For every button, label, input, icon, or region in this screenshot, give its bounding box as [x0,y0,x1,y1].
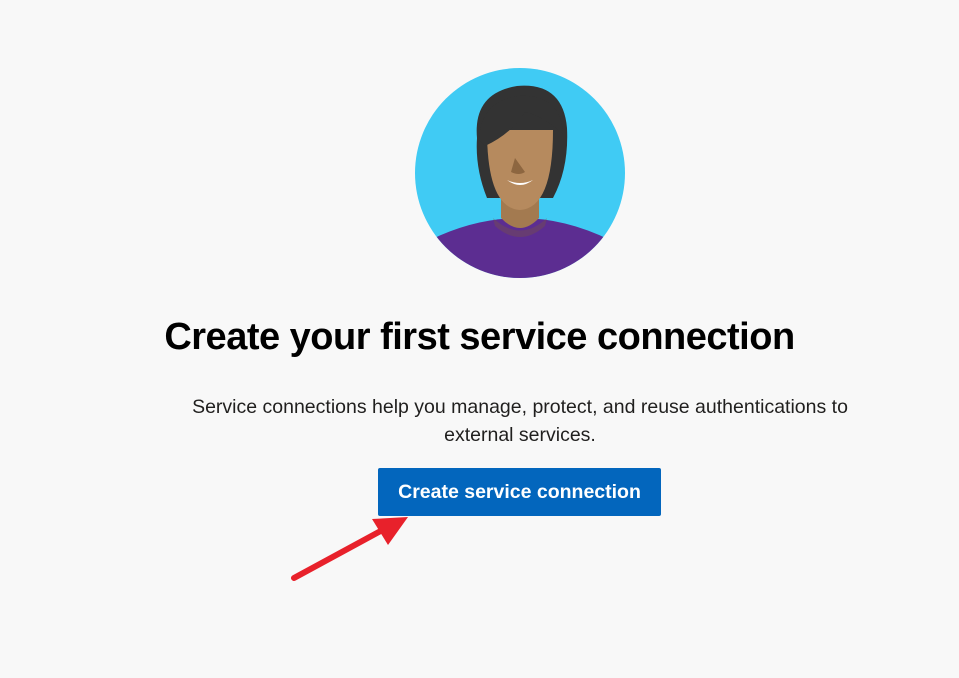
page-title: Create your first service connection [164,316,795,358]
create-service-connection-button[interactable]: Create service connection [378,468,661,516]
page-description: Service connections help you manage, pro… [192,396,848,446]
person-avatar-illustration [415,68,625,278]
empty-state-page: Create your first service connection Ser… [0,0,959,678]
red-arrow-icon [291,517,408,581]
